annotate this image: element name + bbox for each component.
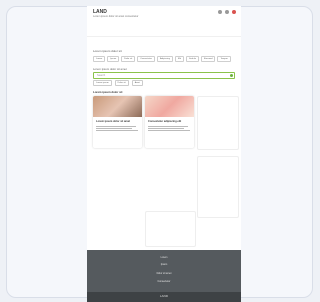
card-text-line [148,126,188,127]
category-chip[interactable]: Adipiscing [157,56,173,62]
result-card[interactable]: Consectetur adipiscing elit [145,96,194,148]
result-card[interactable]: Lorem ipsum dolor sit amet [93,96,142,148]
card-text-line [96,130,138,131]
footer-link[interactable]: Ipsum [87,263,241,266]
search-label: Lorem ipsum dolor sit amet [93,67,127,71]
user-icon[interactable] [225,10,229,14]
card-image [145,96,194,117]
header-icons [218,10,236,14]
site-tagline: Lorem ipsum dolor sit amet consectetur [93,15,139,18]
category-chip[interactable]: Consectetur [137,56,155,62]
category-chip[interactable]: Sed do [186,56,199,62]
category-chips: Lorem Ipsum Dolor sit Consectetur Adipis… [93,56,237,62]
site-footer: Lorem Ipsum Dolor sit amet Consectetur [87,250,241,292]
filter-row: Lorem ipsum Dolor sit Amet [93,80,237,86]
placeholder-card [145,211,196,247]
category-chip[interactable]: Elit [174,56,185,62]
footer-logo[interactable]: LAND [87,294,241,298]
categories-title: Lorem ipsum dolor sit [93,49,122,53]
card-title[interactable]: Consectetur adipiscing elit [148,120,192,123]
category-chip[interactable]: Eiusmod [200,56,216,62]
card-text-line [96,126,136,127]
category-chip[interactable]: Tempor [217,56,231,62]
site-header: LAND Lorem ipsum dolor sit amet consecte… [87,6,241,37]
footer-bottom: LAND [87,292,241,302]
category-chip[interactable]: Dolor sit [121,56,136,62]
category-chip[interactable]: Ipsum [107,56,120,62]
search-icon[interactable] [218,10,222,14]
filter-dropdown[interactable]: Amet [131,80,143,86]
card-text-line [148,128,184,129]
placeholder-card [197,96,239,150]
category-chip[interactable]: Lorem [93,56,106,62]
footer-link[interactable]: Lorem [87,256,241,259]
filter-dropdown[interactable]: Lorem ipsum [93,80,112,86]
footer-link[interactable]: Consectetur [87,280,241,283]
footer-link[interactable]: Dolor sit amet [87,272,241,275]
filter-dropdown[interactable]: Dolor sit [114,80,129,86]
card-text-line [148,130,190,131]
search-submit-icon[interactable] [230,73,233,77]
search-input[interactable]: Search [93,72,235,79]
card-text-line [96,128,132,129]
results-title: Lorem ipsum dolor sit [93,90,123,94]
card-image [93,96,142,117]
page: LAND Lorem ipsum dolor sit amet consecte… [87,6,241,302]
menu-icon[interactable] [232,10,236,14]
card-title[interactable]: Lorem ipsum dolor sit amet [96,120,140,123]
search-placeholder: Search [97,73,106,77]
placeholder-card [197,156,239,218]
